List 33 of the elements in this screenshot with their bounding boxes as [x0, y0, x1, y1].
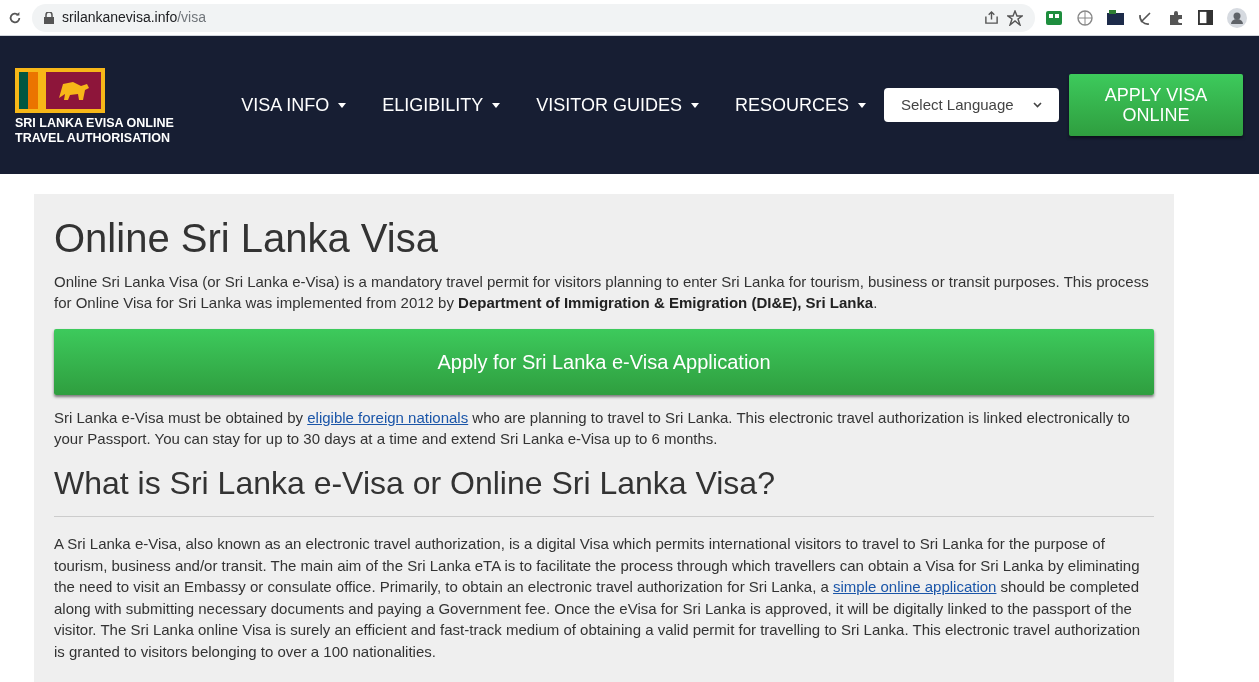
puzzle-icon[interactable]: [1168, 9, 1184, 26]
section-heading: What is Sri Lanka e-Visa or Online Sri Lanka Visa?: [54, 464, 776, 503]
flag-logo[interactable]: [15, 68, 105, 113]
nav-menu-link[interactable]: VISITOR GUIDES: [518, 91, 717, 119]
logo-text: SRI LANKA EVISA ONLINE: [15, 116, 175, 131]
nav-menu-link[interactable]: RESOURCES: [716, 91, 884, 119]
profile-icon[interactable]: [1227, 7, 1247, 28]
text-link[interactable]: eligible foreign nationals: [307, 409, 469, 426]
folder-icon[interactable]: [1107, 10, 1124, 25]
caret-icon: [338, 102, 347, 108]
nav-menu-link[interactable]: VISA INFO: [223, 91, 365, 119]
lock-icon: [44, 11, 54, 24]
star-icon[interactable]: [1007, 9, 1023, 26]
intro-paragraph: Online Sri Lanka Visa (or Sri Lanka e-Visa) is a mandatory travel permit for visitors planning to enter Sri Lanka for tourism, business or transit purposes. This process for Online Visa for Sri Lanka was implemented from 2012 by Department of Immigration & Emigration (DI&E), Sri Lanka.: [54, 272, 1150, 313]
reload-icon[interactable]: [8, 10, 22, 25]
logo-text: TRAVEL AUTHORISATION: [15, 131, 172, 146]
url-path: /visa: [177, 8, 206, 27]
eligibility-paragraph: Sri Lanka e-Visa must be obtained by eligible foreign nationals who are planning to travel to Sri Lanka. This electronic travel authorization is linked electronically to your Passport. You can stay for up to 30 days at a time and extend Sri Lanka e-Visa up to 6 months.: [54, 408, 1131, 449]
chevron-down-icon: [1033, 102, 1042, 108]
caret-icon: [492, 102, 501, 108]
address-bar[interactable]: srilankanevisa.info/visa: [32, 3, 1035, 32]
extension-icon[interactable]: [1045, 9, 1063, 26]
url-domain: srilankanevisa.info: [62, 8, 178, 27]
description-paragraph: A Sri Lanka e-Visa, also known as an electronic travel authorization, is a digital Visa which permits international visitors to travel to Sri Lanka for the purpose of tourism, business and/or transit. The main aim of the Sri Lanka eTA is to facilitate the process through which travellers can obtain a Visa for Sri Lanka by eliminating the need to visit an Embassy or consulate office. Primarily, to obtain an electronic travel authorization for Sri Lanka, a simple online application should be completed along with submitting necessary documents and paying a Government fee. Once the eVisa for Sri Lanka is approved, it will be digitally linked to the passport of the visitor. The Sri Lanka online Visa is surely an efficient and fast-track medium of obtaining a valid permit for travelling to Sri Lanka. This electronic travel authorization is granted to visitors belonging to over a 100 nationalities.: [54, 534, 1142, 662]
nav-menu-link[interactable]: ELIGIBILITY: [364, 91, 519, 119]
caret-icon: [690, 102, 699, 108]
text-link[interactable]: simple online application: [833, 578, 997, 596]
language-select[interactable]: Select Language: [884, 88, 1059, 122]
caret-icon: [858, 102, 866, 108]
share-icon[interactable]: [984, 10, 999, 25]
globe-icon[interactable]: [1077, 9, 1093, 26]
side-panel-icon[interactable]: [1198, 10, 1213, 25]
page-title: Online Sri Lanka Visa: [54, 215, 439, 262]
